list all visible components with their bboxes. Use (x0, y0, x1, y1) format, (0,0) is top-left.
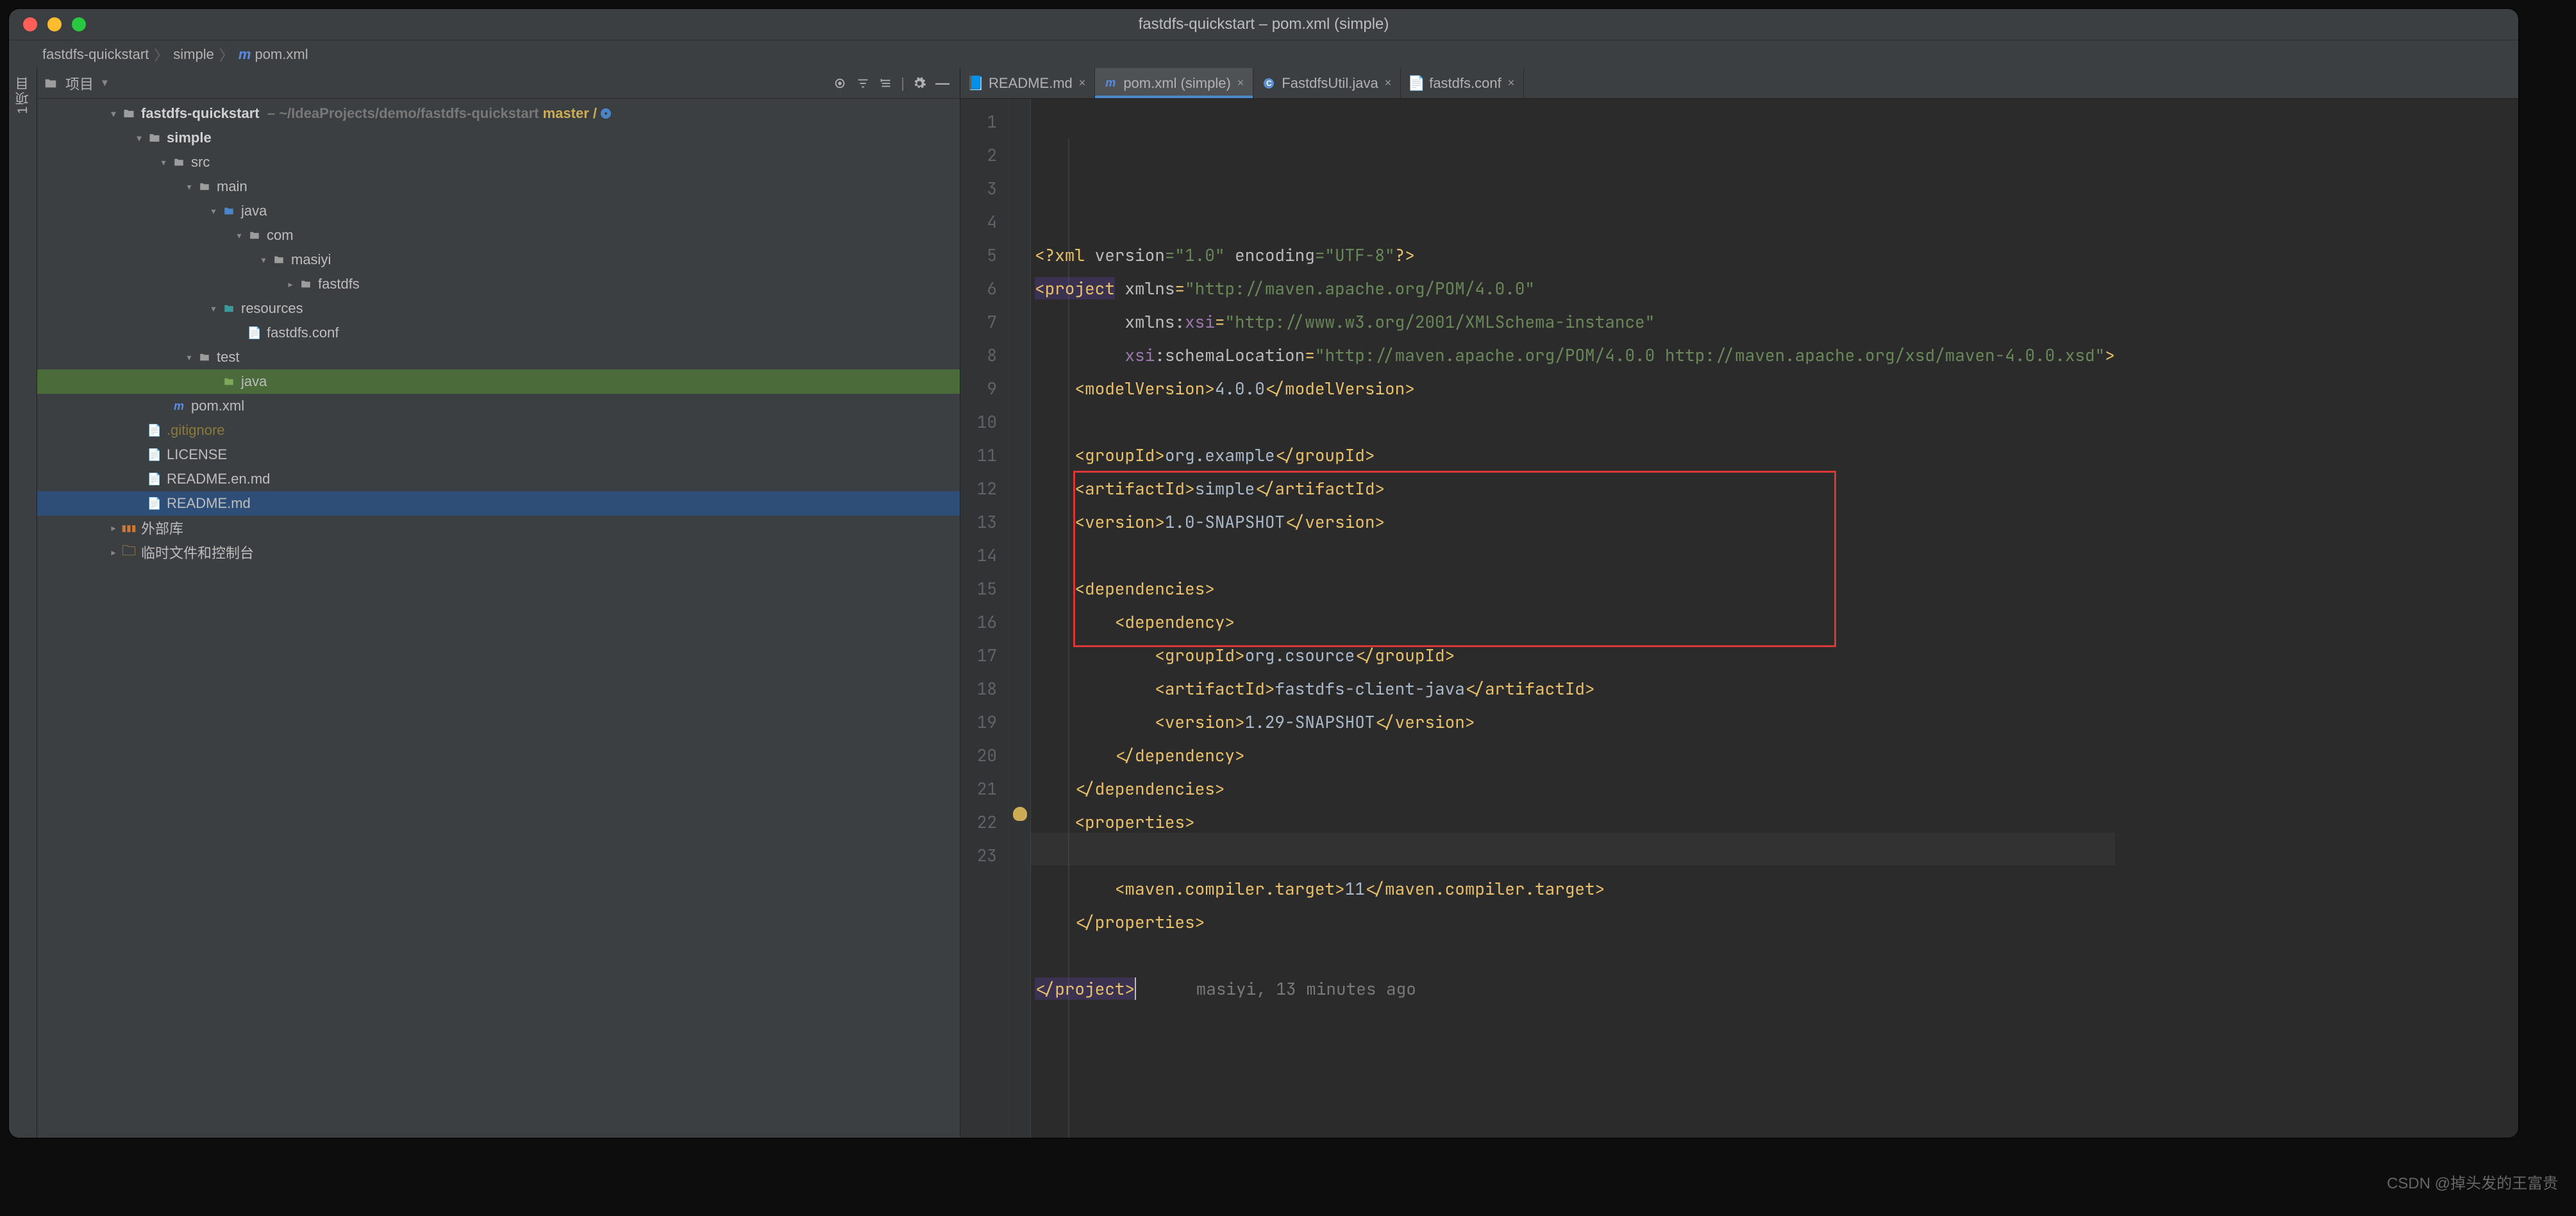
tree-item-file[interactable]: 📄README.en.md (37, 467, 960, 491)
window-title: fastdfs-quickstart – pom.xml (simple) (9, 15, 2518, 33)
project-panel: 项目 ▼ | — ▾ fastdfs-quickstart – ~/IdeaPr… (37, 68, 960, 1138)
tree-item-module[interactable]: ▾simple (37, 126, 960, 150)
expand-all-icon[interactable] (878, 75, 894, 92)
window-zoom-icon[interactable] (72, 17, 86, 31)
tree-item-package[interactable]: ▾masiyi (37, 248, 960, 272)
line-numbers: 1234567891011121314151617181920212223 (960, 99, 1009, 1138)
maven-icon: m (238, 46, 251, 63)
breadcrumb-item[interactable]: simple (173, 46, 214, 63)
tree-item-scratches[interactable]: ▸🗀临时文件和控制台 (37, 540, 960, 564)
dependency-highlight-box (1073, 471, 1836, 647)
window-minimize-icon[interactable] (47, 17, 62, 31)
close-icon[interactable]: × (1508, 76, 1515, 90)
tree-item-file[interactable]: mpom.xml (37, 394, 960, 418)
tree-item-folder[interactable]: ▾main (37, 174, 960, 199)
tree-item-file-selected[interactable]: 📄README.md (37, 491, 960, 516)
breadcrumb-item[interactable]: pom.xml (255, 46, 308, 63)
tree-item-test-root[interactable]: java (37, 369, 960, 394)
tree-item-package[interactable]: ▾com (37, 223, 960, 248)
tree-item-file[interactable]: 📄LICENSE (37, 443, 960, 467)
select-opened-file-icon[interactable] (832, 75, 848, 92)
git-dirty-icon (601, 108, 611, 119)
close-icon[interactable]: × (1237, 76, 1244, 90)
filter-icon[interactable] (855, 75, 871, 92)
left-toolwindow-stripe[interactable]: 1项目 (9, 68, 37, 1138)
markdown-icon: 📘 (969, 75, 982, 92)
intention-bulb-icon[interactable] (1013, 807, 1027, 821)
tree-item-folder[interactable]: ▾src (37, 150, 960, 174)
tree-item-file[interactable]: 📄.gitignore (37, 418, 960, 443)
titlebar: fastdfs-quickstart – pom.xml (simple) (9, 9, 2518, 40)
gutter-icons[interactable] (1009, 99, 1031, 1138)
editor-area: 📘 README.md × m pom.xml (simple) × Fastd… (960, 68, 2518, 1138)
git-lens: masiyi, 13 minutes ago (1146, 977, 1416, 1000)
chevron-down-icon[interactable]: ▼ (100, 78, 110, 89)
java-class-icon (1262, 78, 1275, 89)
panel-title[interactable]: 项目 (65, 73, 94, 94)
breadcrumb-item[interactable]: fastdfs-quickstart (42, 46, 149, 63)
editor-tabs: 📘 README.md × m pom.xml (simple) × Fastd… (960, 68, 2518, 99)
tree-item-project-root[interactable]: ▾ fastdfs-quickstart – ~/IdeaProjects/de… (37, 101, 960, 126)
file-icon: 📄 (1410, 75, 1423, 92)
project-toolwindow-tab[interactable]: 1项目 (13, 76, 33, 114)
breadcrumb: fastdfs-quickstart 〉 simple 〉 m pom.xml (9, 40, 2518, 68)
project-panel-header: 项目 ▼ | — (37, 68, 960, 99)
close-icon[interactable]: × (1385, 76, 1392, 90)
current-line-highlight (1031, 832, 2115, 866)
close-icon[interactable]: × (1079, 76, 1086, 90)
divider: | (901, 75, 905, 92)
window-close-icon[interactable] (23, 17, 37, 31)
tree-item-file[interactable]: 📄fastdfs.conf (37, 321, 960, 345)
minimize-icon[interactable]: — (934, 75, 951, 92)
git-branch-label: master (543, 105, 589, 122)
folder-icon (42, 75, 59, 92)
code-editor[interactable]: 1234567891011121314151617181920212223 <?… (960, 99, 2518, 1138)
tree-item-resources[interactable]: ▾resources (37, 296, 960, 321)
editor-tab[interactable]: 📄 fastdfs.conf × (1401, 68, 1524, 98)
indent-guide (1068, 139, 1069, 1138)
tree-item-package[interactable]: ▸fastdfs (37, 272, 960, 296)
tree-item-source-root[interactable]: ▾java (37, 199, 960, 223)
editor-tab-active[interactable]: m pom.xml (simple) × (1095, 68, 1253, 98)
waterm): CSDN @掉头发的王富贵 (2387, 1170, 2558, 1193)
maven-icon: m (1104, 76, 1117, 90)
tree-item-external-libs[interactable]: ▸▮▮▮外部库 (37, 516, 960, 540)
project-tree[interactable]: ▾ fastdfs-quickstart – ~/IdeaProjects/de… (37, 99, 960, 564)
editor-tab[interactable]: FastdfsUtil.java × (1253, 68, 1401, 98)
editor-tab[interactable]: 📘 README.md × (960, 68, 1095, 98)
gear-icon[interactable] (911, 75, 928, 92)
code-content[interactable]: <?xml version="1.0" encoding="UTF-8"?> <… (1031, 99, 2115, 1138)
tree-item-folder[interactable]: ▾test (37, 345, 960, 369)
